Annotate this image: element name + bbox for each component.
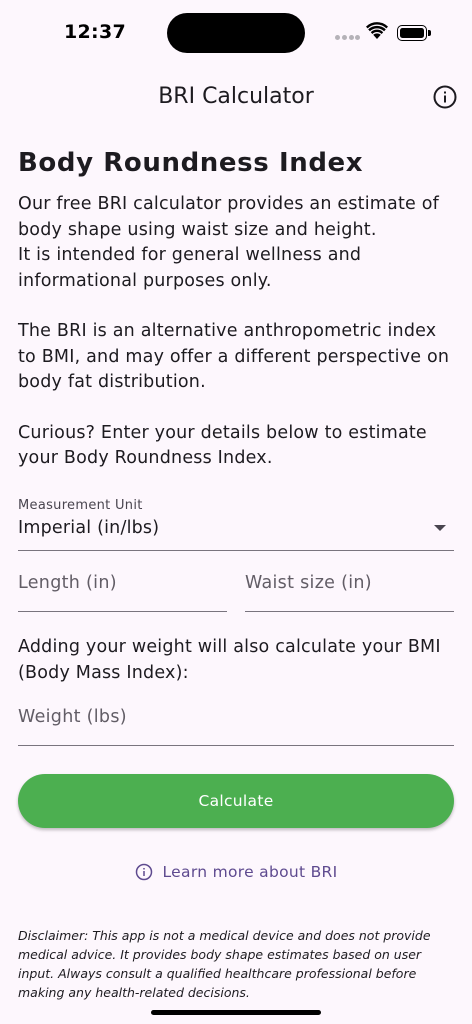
info-icon[interactable] (432, 84, 458, 110)
status-time: 12:37 (64, 21, 126, 43)
battery-icon (397, 25, 431, 41)
weight-field (18, 696, 454, 746)
app-bar-title: BRI Calculator (158, 84, 314, 109)
status-bar: 12:37 (0, 0, 472, 64)
intro-paragraph: The BRI is an alternative anthropometric… (18, 321, 450, 392)
disclaimer-text: Disclaimer: This app is not a medical de… (18, 928, 431, 1000)
length-input[interactable] (18, 562, 227, 611)
calculate-button[interactable]: Calculate (18, 774, 454, 828)
length-field (18, 562, 227, 612)
learn-more-link[interactable]: Learn more about BRI (0, 860, 472, 884)
intro-paragraph: Our free BRI calculator provides an esti… (18, 194, 440, 240)
dropdown-arrow-icon (434, 525, 446, 531)
measurement-unit-dropdown[interactable]: Measurement Unit Imperial (in/lbs) (18, 498, 454, 551)
intro-text: Our free BRI calculator provides an esti… (18, 192, 458, 472)
waist-size-input[interactable] (245, 562, 454, 611)
info-icon (135, 863, 152, 881)
wifi-icon (366, 22, 388, 39)
cellular-signal-icon (335, 35, 360, 40)
dynamic-island (167, 13, 305, 53)
intro-paragraph: Curious? Enter your details below to est… (18, 422, 427, 469)
page-title: Body Roundness Index (18, 148, 364, 178)
learn-more-label: Learn more about BRI (162, 863, 338, 881)
intro-paragraph: It is intended for general wellness and … (18, 245, 362, 291)
weight-input[interactable] (18, 696, 454, 745)
home-indicator[interactable] (151, 1010, 321, 1015)
measurement-unit-label: Measurement Unit (18, 498, 143, 513)
waist-field (245, 562, 454, 612)
measurement-unit-value: Imperial (in/lbs) (18, 518, 160, 538)
screen: 12:37 BRI Calculator Body Roundness Inde… (0, 0, 472, 1024)
weight-note: Adding your weight will also calculate y… (18, 637, 441, 683)
